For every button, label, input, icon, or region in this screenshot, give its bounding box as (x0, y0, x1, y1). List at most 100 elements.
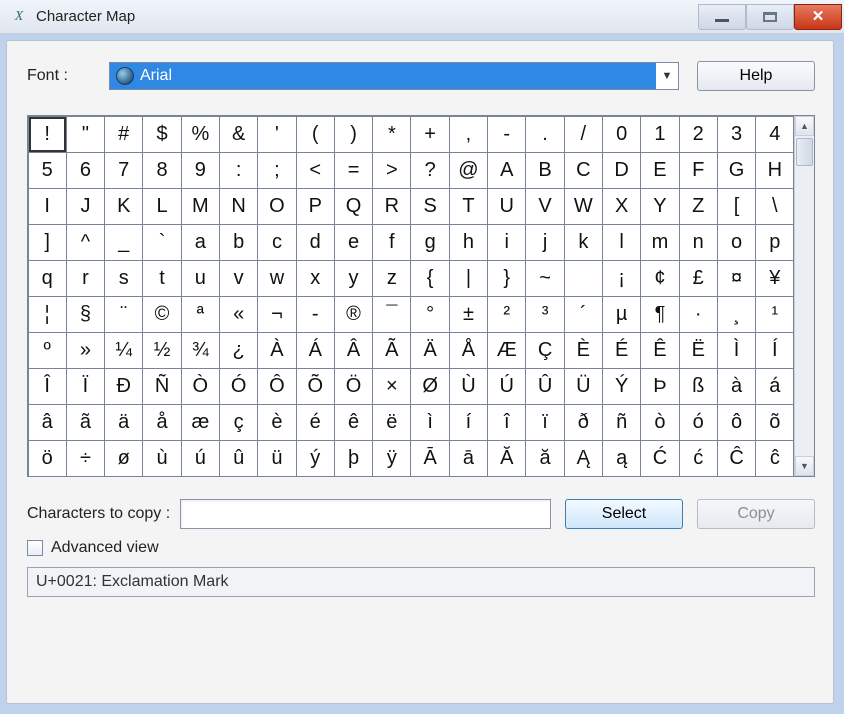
char-cell[interactable]: n (679, 224, 718, 261)
char-cell[interactable]: ¼ (104, 332, 143, 369)
char-cell[interactable]: ÿ (372, 440, 411, 477)
maximize-button[interactable] (746, 4, 794, 30)
char-cell[interactable]: Ø (410, 368, 449, 405)
char-cell[interactable]: 3 (717, 116, 756, 153)
char-cell[interactable]: Y (640, 188, 679, 225)
char-cell[interactable]: ø (104, 440, 143, 477)
char-cell[interactable]: . (525, 116, 564, 153)
char-cell[interactable]: Ó (219, 368, 258, 405)
scroll-track[interactable] (795, 136, 814, 456)
char-cell[interactable]: ¬ (257, 296, 296, 333)
char-cell[interactable]: Û (525, 368, 564, 405)
char-cell[interactable]: 2 (679, 116, 718, 153)
char-cell[interactable]: ă (525, 440, 564, 477)
char-cell[interactable]: é (296, 404, 335, 441)
char-cell[interactable]: f (372, 224, 411, 261)
char-cell[interactable]: · (679, 296, 718, 333)
char-cell[interactable]: 4 (755, 116, 794, 153)
char-cell[interactable]: g (410, 224, 449, 261)
char-cell[interactable]: î (487, 404, 526, 441)
char-cell[interactable]: Í (755, 332, 794, 369)
char-cell[interactable]: è (257, 404, 296, 441)
char-cell[interactable]: Ý (602, 368, 641, 405)
char-cell[interactable]: × (372, 368, 411, 405)
char-cell[interactable]: u (181, 260, 220, 297)
scroll-down-icon[interactable]: ▼ (795, 456, 814, 476)
char-cell[interactable]: § (66, 296, 105, 333)
char-cell[interactable]: [ (717, 188, 756, 225)
char-cell[interactable]: Q (334, 188, 373, 225)
char-cell[interactable] (564, 260, 603, 297)
char-cell[interactable]: L (142, 188, 181, 225)
char-cell[interactable]: ç (219, 404, 258, 441)
char-cell[interactable]: x (296, 260, 335, 297)
char-cell[interactable]: ª (181, 296, 220, 333)
char-cell[interactable]: _ (104, 224, 143, 261)
char-cell[interactable]: h (449, 224, 488, 261)
char-cell[interactable]: ĉ (755, 440, 794, 477)
char-cell[interactable]: - (296, 296, 335, 333)
char-cell[interactable]: 1 (640, 116, 679, 153)
char-cell[interactable]: ® (334, 296, 373, 333)
help-button[interactable]: Help (697, 61, 815, 91)
scroll-up-icon[interactable]: ▲ (795, 116, 814, 136)
select-button[interactable]: Select (565, 499, 683, 529)
char-cell[interactable]: ó (679, 404, 718, 441)
char-cell[interactable]: Ï (66, 368, 105, 405)
char-cell[interactable]: \ (755, 188, 794, 225)
char-cell[interactable]: ö (28, 440, 67, 477)
char-cell[interactable]: b (219, 224, 258, 261)
close-button[interactable]: ✕ (794, 4, 842, 30)
char-cell[interactable]: ñ (602, 404, 641, 441)
char-cell[interactable]: í (449, 404, 488, 441)
char-cell[interactable]: Ä (410, 332, 449, 369)
char-cell[interactable]: Ò (181, 368, 220, 405)
char-cell[interactable]: Õ (296, 368, 335, 405)
char-cell[interactable]: ~ (525, 260, 564, 297)
char-cell[interactable]: G (717, 152, 756, 189)
char-cell[interactable]: ¹ (755, 296, 794, 333)
char-cell[interactable]: o (717, 224, 756, 261)
char-cell[interactable]: ? (410, 152, 449, 189)
char-cell[interactable]: Ü (564, 368, 603, 405)
char-cell[interactable]: @ (449, 152, 488, 189)
char-cell[interactable]: k (564, 224, 603, 261)
char-cell[interactable]: " (66, 116, 105, 153)
char-cell[interactable]: E (640, 152, 679, 189)
char-cell[interactable]: d (296, 224, 335, 261)
char-cell[interactable]: C (564, 152, 603, 189)
characters-to-copy-input[interactable] (180, 499, 551, 529)
char-cell[interactable]: ! (28, 116, 67, 153)
char-cell[interactable]: Ā (410, 440, 449, 477)
char-cell[interactable]: © (142, 296, 181, 333)
char-cell[interactable]: s (104, 260, 143, 297)
char-cell[interactable]: Ã (372, 332, 411, 369)
char-cell[interactable]: Ñ (142, 368, 181, 405)
char-cell[interactable]: « (219, 296, 258, 333)
char-cell[interactable]: ¥ (755, 260, 794, 297)
char-cell[interactable]: ÷ (66, 440, 105, 477)
char-cell[interactable]: F (679, 152, 718, 189)
char-cell[interactable]: Ă (487, 440, 526, 477)
char-cell[interactable]: z (372, 260, 411, 297)
char-cell[interactable]: ã (66, 404, 105, 441)
char-cell[interactable]: ¿ (219, 332, 258, 369)
char-cell[interactable]: 5 (28, 152, 67, 189)
char-cell[interactable]: £ (679, 260, 718, 297)
char-cell[interactable]: j (525, 224, 564, 261)
char-cell[interactable]: Ë (679, 332, 718, 369)
char-cell[interactable]: a (181, 224, 220, 261)
char-cell[interactable]: á (755, 368, 794, 405)
char-cell[interactable]: Î (28, 368, 67, 405)
char-cell[interactable]: Ĉ (717, 440, 756, 477)
char-cell[interactable]: ¨ (104, 296, 143, 333)
char-cell[interactable]: ¾ (181, 332, 220, 369)
char-cell[interactable]: ± (449, 296, 488, 333)
char-cell[interactable]: ` (142, 224, 181, 261)
char-cell[interactable]: U (487, 188, 526, 225)
char-cell[interactable]: ; (257, 152, 296, 189)
char-cell[interactable]: v (219, 260, 258, 297)
char-cell[interactable]: ´ (564, 296, 603, 333)
char-cell[interactable]: % (181, 116, 220, 153)
char-cell[interactable]: M (181, 188, 220, 225)
